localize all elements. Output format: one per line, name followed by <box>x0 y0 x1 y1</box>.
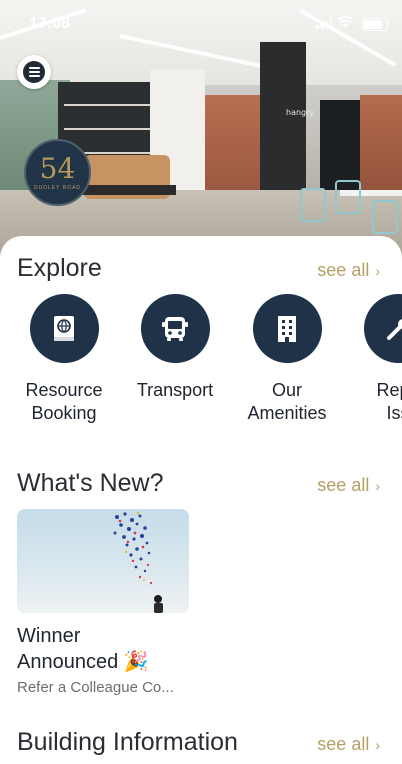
news-card-subtitle: Refer a Colleague Co... <box>17 679 174 696</box>
building-icon <box>252 294 322 363</box>
status-time: 17:08 <box>29 15 70 32</box>
building-info-title: Building Information <box>17 728 238 756</box>
hero-doorway <box>320 100 360 190</box>
logo-subtitle: DUDLEY ROAD <box>33 184 82 191</box>
whats-new-title: What's New? <box>17 469 164 497</box>
status-bar: 17:08 <box>0 0 402 44</box>
chevron-right-icon: › <box>375 478 380 494</box>
wifi-icon <box>337 16 354 28</box>
news-card-image[interactable] <box>17 509 189 613</box>
cellular-signal-icon <box>316 18 333 29</box>
chevron-right-icon: › <box>375 263 380 279</box>
label-line: Transport <box>136 380 214 400</box>
label-line: Booking <box>31 403 97 423</box>
logo-number: 54 <box>39 151 76 185</box>
see-all-label: see all <box>317 734 370 754</box>
news-card-title[interactable]: Winner Announced 🎉 <box>17 623 217 675</box>
hero-sofa <box>78 155 176 199</box>
confetti-illustration <box>113 511 163 613</box>
hero-brick-wall <box>360 95 402 205</box>
building-logo: 54 DUDLEY ROAD <box>24 139 91 206</box>
explore-item-report-issue[interactable]: Repo Iss <box>333 294 402 425</box>
hero-chair <box>300 188 326 222</box>
whats-new-see-all-link[interactable]: see all › <box>317 475 380 496</box>
chevron-right-icon: › <box>375 737 380 753</box>
title-line: Winner <box>17 625 81 647</box>
label-line: Iss <box>386 403 402 423</box>
wrench-icon <box>363 294 402 363</box>
see-all-label: see all <box>317 260 370 280</box>
battery-icon <box>362 18 388 31</box>
hero-chair <box>372 200 398 234</box>
building-info-see-all-link[interactable]: see all › <box>317 734 380 755</box>
hero-chair <box>335 180 361 214</box>
hero-brick-wall <box>205 95 263 195</box>
explore-item-transport[interactable]: Transport <box>110 294 240 402</box>
see-all-label: see all <box>317 475 370 495</box>
book-globe-icon <box>29 294 99 363</box>
explore-see-all-link[interactable]: see all › <box>317 260 380 281</box>
hamburger-icon <box>23 61 45 83</box>
explore-item-label: Transport <box>110 379 240 402</box>
explore-title: Explore <box>17 254 102 282</box>
explore-carousel[interactable]: Resource Booking Transport Our Amenities… <box>0 294 402 434</box>
label-line: Repo <box>376 380 402 400</box>
menu-button[interactable] <box>17 55 51 89</box>
title-line: Announced 🎉 <box>17 651 149 673</box>
pillar-sign: hangry <box>286 108 315 117</box>
bus-icon <box>140 294 210 363</box>
explore-item-label: Repo Iss <box>333 379 402 425</box>
